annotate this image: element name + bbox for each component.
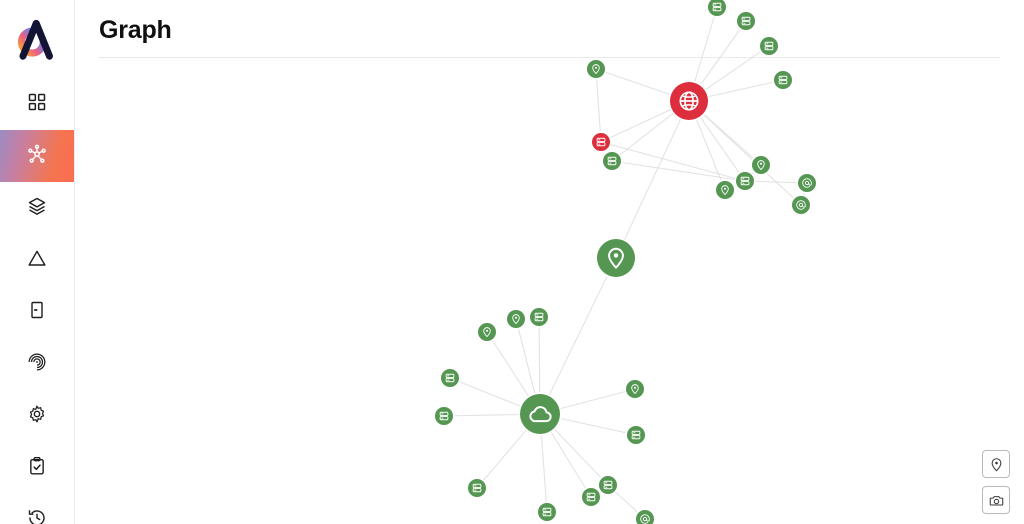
fingerprint-icon [28, 353, 46, 371]
graph-edge [595, 68, 602, 143]
node-circle [441, 369, 459, 387]
graph-node-host[interactable] [601, 150, 623, 172]
graph-node-host[interactable] [597, 474, 619, 496]
node-circle [582, 488, 600, 506]
node-circle [507, 310, 525, 328]
graph-edge [615, 100, 690, 259]
graph-node-ip[interactable] [624, 378, 646, 400]
node-circle [538, 503, 556, 521]
graph-node-ip[interactable] [595, 237, 637, 279]
node-circle [737, 12, 755, 30]
graph-node-ip[interactable] [750, 154, 772, 176]
graph-node-ip[interactable] [585, 58, 607, 80]
door-icon [31, 301, 43, 319]
sidebar-item-ports[interactable] [0, 286, 74, 338]
graph-node-host[interactable] [734, 170, 756, 192]
history-clock-icon [28, 510, 45, 524]
node-circle [627, 426, 645, 444]
sidebar-item-technologies[interactable] [0, 338, 74, 390]
graph-visualization[interactable] [75, 0, 1024, 524]
screenshot-button[interactable] [982, 486, 1010, 514]
graph-edge [611, 160, 746, 182]
graph-node-host[interactable] [433, 405, 455, 427]
graph-edge [539, 257, 617, 415]
node-circle [597, 239, 635, 277]
node-circle [587, 60, 605, 78]
graph-node-host[interactable] [466, 477, 488, 499]
graph-node-host[interactable] [580, 486, 602, 508]
graph-node-ip[interactable] [714, 179, 736, 201]
sidebar-item-management[interactable] [0, 390, 74, 442]
node-circle [716, 181, 734, 199]
node-circle [468, 479, 486, 497]
graph-icon [28, 144, 46, 163]
node-circle [599, 476, 617, 494]
graph-node-host[interactable] [439, 367, 461, 389]
graph-node-ip[interactable] [476, 321, 498, 343]
node-circle [752, 156, 770, 174]
sidebar-item-reports[interactable] [0, 442, 74, 494]
node-circle [603, 152, 621, 170]
graph-node-host[interactable] [625, 424, 647, 446]
node-circle [520, 394, 560, 434]
sidebar-item-dashboard[interactable] [0, 78, 74, 130]
main-content: Graph [75, 0, 1024, 524]
graph-node-cloud[interactable] [518, 392, 562, 436]
graph-node-host[interactable] [706, 0, 728, 18]
node-circle [736, 172, 754, 190]
gear-icon [29, 405, 45, 423]
node-circle [626, 380, 644, 398]
graph-node-email[interactable] [790, 194, 812, 216]
logo-container[interactable] [0, 0, 74, 78]
graph-node-host[interactable] [735, 10, 757, 32]
layers-icon [28, 197, 46, 215]
map-controls [982, 450, 1010, 514]
graph-edge [600, 141, 746, 182]
app-logo [17, 19, 54, 60]
graph-node-host[interactable] [590, 131, 612, 153]
node-circle [792, 196, 810, 214]
graph-node-host[interactable] [536, 501, 558, 523]
clipboard-check-icon [30, 456, 44, 475]
node-circle [774, 71, 792, 89]
location-pin-icon [991, 457, 1001, 471]
node-circle [592, 133, 610, 151]
node-circle [798, 174, 816, 192]
sidebar-item-issues[interactable] [0, 234, 74, 286]
graph-node-ip[interactable] [505, 308, 527, 330]
node-circle [530, 308, 548, 326]
graph-node-email[interactable] [796, 172, 818, 194]
sidebar-nav-list [0, 78, 74, 524]
sidebar-item-assets[interactable] [0, 182, 74, 234]
graph-node-host[interactable] [528, 306, 550, 328]
grid-icon [28, 93, 46, 111]
graph-node-host[interactable] [772, 69, 794, 91]
node-circle [435, 407, 453, 425]
locate-button[interactable] [982, 450, 1010, 478]
camera-icon [989, 495, 1003, 506]
node-circle [760, 37, 778, 55]
sidebar-item-graph[interactable] [0, 130, 74, 182]
warning-icon [28, 250, 46, 266]
graph-canvas[interactable] [75, 0, 1024, 524]
node-circle [478, 323, 496, 341]
graph-node-email[interactable] [634, 508, 656, 524]
app-root: Graph [0, 0, 1024, 524]
sidebar [0, 0, 75, 524]
graph-node-domain[interactable] [668, 80, 710, 122]
sidebar-item-events[interactable] [0, 494, 74, 524]
graph-node-host[interactable] [758, 35, 780, 57]
